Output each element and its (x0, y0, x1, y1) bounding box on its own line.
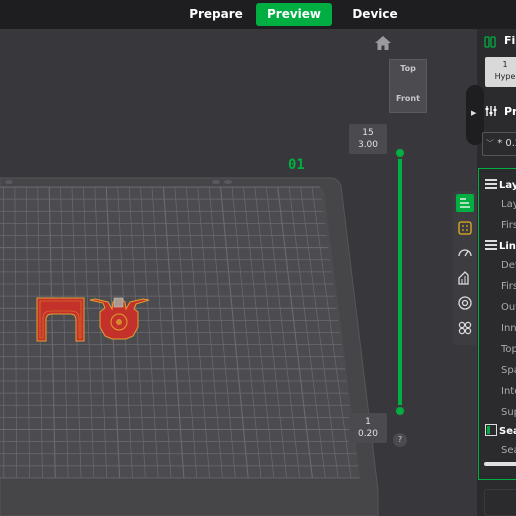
layer-slider-top-handle[interactable] (394, 147, 406, 159)
setting-layer-height[interactable]: Lay (501, 199, 516, 210)
process-settings-panel: Lay Lay Firs Lin Def Firs Out Inne Top S… (478, 168, 516, 480)
quality-icon[interactable] (456, 194, 474, 212)
setting-line-sparse-infill[interactable]: Spa (501, 365, 516, 376)
filament-icon (484, 36, 496, 48)
layer-slider-bottom-handle[interactable] (394, 405, 406, 417)
chevron-down-icon: ﹀ (486, 139, 494, 148)
setting-line-first-layer[interactable]: Firs (501, 281, 516, 292)
layer-height-icon (485, 179, 497, 189)
setting-line-internal-infill[interactable]: Inte (501, 386, 516, 397)
view-cube-top[interactable]: Top (390, 64, 426, 73)
setting-line-top-surface[interactable]: Top (501, 344, 516, 355)
layer-top-readout: 15 3.00 (349, 124, 387, 154)
tab-device[interactable]: Device (340, 3, 410, 26)
process-preset-value: ﹀ * 0.2 (486, 138, 516, 149)
top-bar: Prepare Preview Device (0, 0, 516, 29)
view-cube[interactable]: Top Front (389, 59, 427, 113)
layer-top-number: 15 (362, 128, 374, 138)
layer-bottom-readout: 1 0.20 (349, 413, 387, 443)
filament-slot-name: Hype (494, 72, 516, 81)
others-icon[interactable] (456, 319, 474, 337)
plate-clip-middle (212, 180, 220, 184)
section-layer-height[interactable]: Lay (485, 178, 516, 192)
layer-bottom-height: 0.20 (357, 429, 379, 439)
slice-button-area[interactable] (484, 489, 516, 516)
process-section-title: Pr (504, 105, 516, 118)
seam-icon (485, 424, 497, 436)
section-seam[interactable]: Sea (485, 424, 516, 438)
multimaterial-icon[interactable] (456, 294, 474, 312)
setting-seam-position[interactable]: Sea (501, 445, 516, 456)
home-icon[interactable] (374, 35, 392, 51)
setting-line-outer-wall[interactable]: Out (501, 302, 516, 313)
speed-icon[interactable] (456, 244, 474, 262)
strength-icon[interactable] (456, 219, 474, 237)
help-button[interactable]: ? (393, 433, 407, 447)
view-cube-front[interactable]: Front (390, 94, 426, 103)
tab-preview[interactable]: Preview (256, 3, 332, 26)
setting-first-layer-height[interactable]: Firs (501, 220, 516, 231)
seam-position-dropdown[interactable] (484, 462, 516, 466)
layer-slider-track[interactable] (398, 153, 402, 411)
section-line-width[interactable]: Lin (485, 239, 516, 253)
plate-clip-left (5, 180, 13, 184)
layer-bottom-number: 1 (365, 417, 371, 427)
process-settings-icon (485, 106, 497, 116)
support-icon[interactable] (456, 269, 474, 287)
plate-clip-right (224, 180, 232, 184)
process-preset-select[interactable]: ﹀ * 0.2 (482, 132, 516, 156)
chevron-right-icon: ▶ (471, 109, 477, 117)
settings-category-strip (453, 191, 477, 345)
plate-number-label: 01 (288, 157, 305, 173)
tab-prepare[interactable]: Prepare (181, 3, 251, 26)
setting-line-support[interactable]: Sup (501, 407, 516, 418)
layer-top-height: 3.00 (357, 140, 379, 150)
setting-line-inner-wall[interactable]: Inne (501, 323, 516, 334)
line-width-icon (485, 240, 497, 250)
app-window: Prepare Preview Device Top Front 01 15 3… (0, 0, 516, 516)
filament-slot-number: 1 (502, 60, 508, 69)
filament-section-title: Fi (504, 34, 516, 47)
filament-slot-1[interactable]: 1 Hype (485, 57, 516, 87)
setting-line-default[interactable]: Def (501, 260, 516, 271)
